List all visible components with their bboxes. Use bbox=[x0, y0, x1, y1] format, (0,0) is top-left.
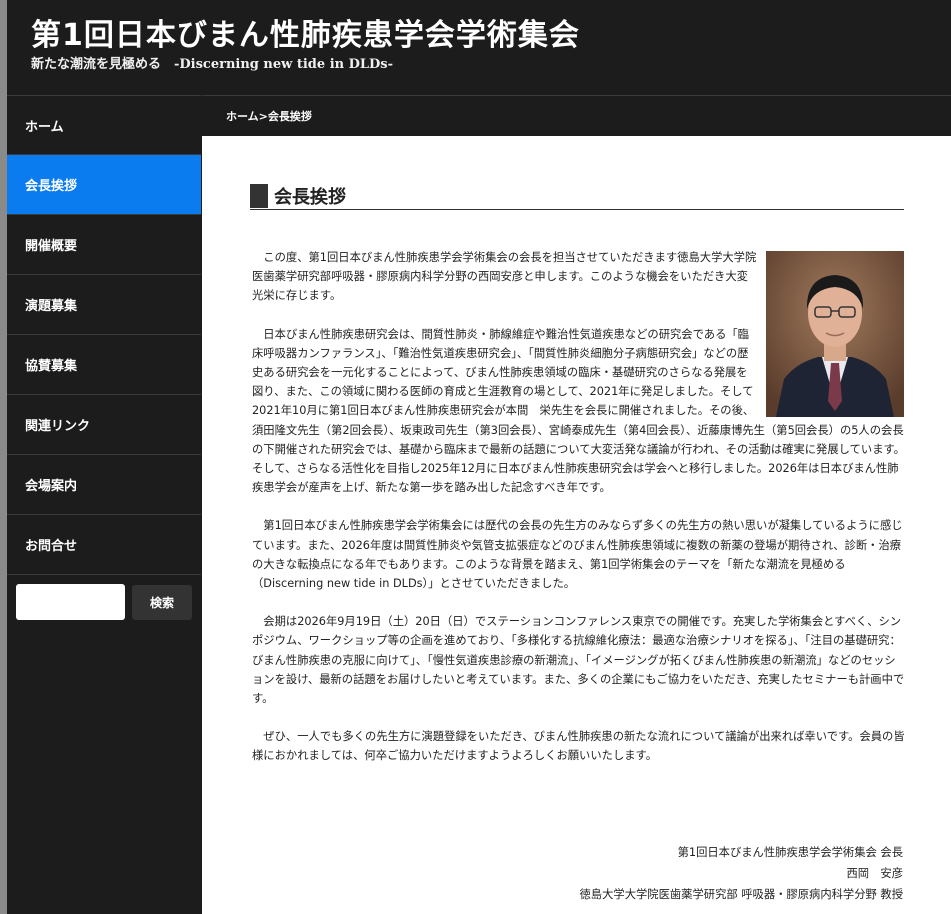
greeting-paragraph: 第1回日本びまん性肺疾患学会学術集会には歴代の会長の先生方のみならず多くの先生方… bbox=[252, 519, 903, 591]
sidebar-nav: ホーム 会長挨拶 開催概要 演題募集 協賛募集 関連リンク 会場案内 お問合せ … bbox=[7, 95, 201, 914]
site-header: 第1回日本びまん性肺疾患学会学術集会 新たな潮流を見極める -Discernin… bbox=[7, 0, 951, 95]
signature-name: 西岡 安彦 bbox=[846, 867, 904, 880]
sidebar-item-overview[interactable]: 開催概要 bbox=[7, 215, 201, 275]
sidebar-item-home[interactable]: ホーム bbox=[7, 95, 201, 155]
search-input[interactable] bbox=[16, 584, 125, 620]
page-title: 会長挨拶 bbox=[274, 187, 346, 208]
page-heading: 会長挨拶 bbox=[250, 183, 904, 210]
main-content: 会長挨拶 この度、第1回日本びまん性肺疾患学会学術集会の会長を担当させていただき… bbox=[202, 136, 951, 914]
sidebar-item-greeting[interactable]: 会長挨拶 bbox=[7, 155, 201, 215]
breadcrumb-bar: ホーム>会長挨拶 bbox=[202, 95, 951, 136]
search-button[interactable]: 検索 bbox=[132, 584, 192, 620]
greeting-paragraph: 会期は2026年9月19日（土）20日（日）でステーションコンファレンス東京での… bbox=[252, 615, 905, 706]
sidebar-item-abstracts[interactable]: 演題募集 bbox=[7, 275, 201, 335]
greeting-paragraph: ぜひ、一人でも多くの先生方に演題登録をいただき、びまん性肺疾患の新たな流れについ… bbox=[252, 730, 905, 763]
window-edge bbox=[0, 0, 7, 914]
sidebar-item-venue[interactable]: 会場案内 bbox=[7, 455, 201, 515]
greeting-body: この度、第1回日本びまん性肺疾患学会学術集会の会長を担当させていただきます徳島大… bbox=[252, 248, 905, 785]
signature-block: 第1回日本びまん性肺疾患学会学術集会 会長 西岡 安彦 徳島大学大学院医歯薬学研… bbox=[580, 842, 904, 905]
sidebar-item-contact[interactable]: お問合せ bbox=[7, 515, 201, 575]
heading-marker bbox=[250, 184, 268, 208]
signature-role: 第1回日本びまん性肺疾患学会学術集会 会長 bbox=[677, 846, 903, 859]
breadcrumb[interactable]: ホーム>会長挨拶 bbox=[226, 108, 312, 124]
signature-affiliation: 徳島大学大学院医歯薬学研究部 呼吸器・膠原病内科学分野 教授 bbox=[579, 888, 904, 901]
site-title[interactable]: 第1回日本びまん性肺疾患学会学術集会 bbox=[31, 10, 580, 54]
search-form: 検索 bbox=[7, 584, 201, 620]
sidebar-item-sponsorship[interactable]: 協賛募集 bbox=[7, 335, 201, 395]
site-tagline: 新たな潮流を見極める -Discerning new tide in DLDs- bbox=[31, 57, 394, 72]
sidebar-item-links[interactable]: 関連リンク bbox=[7, 395, 201, 455]
